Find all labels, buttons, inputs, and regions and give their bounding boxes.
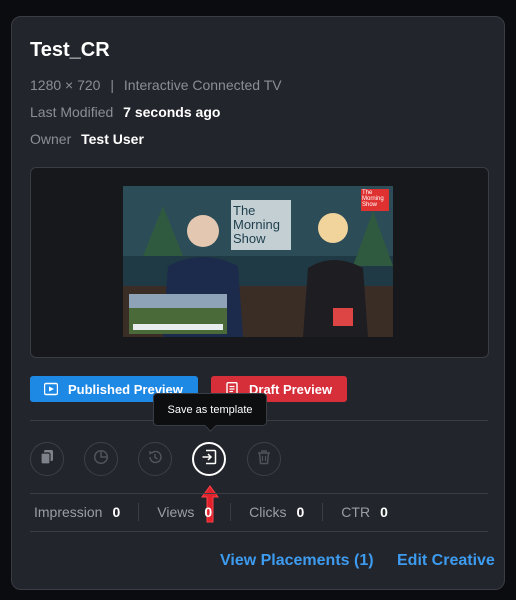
tooltip-arrow — [204, 419, 217, 432]
creative-title: Test_CR — [30, 39, 110, 61]
delete-icon — [256, 449, 272, 470]
copy-button[interactable] — [30, 442, 64, 476]
history-icon — [147, 449, 163, 470]
creative-preview-area: The Morning Show The Morning Show — [30, 167, 489, 358]
owner-value: Test User — [81, 131, 144, 147]
stat-value: 0 — [112, 504, 121, 520]
save-as-template-icon — [201, 449, 217, 470]
stat-separator — [230, 503, 232, 521]
report-icon — [93, 449, 109, 470]
stat-value: 0 — [380, 504, 388, 520]
thumbnail-show-title: The Morning Show — [233, 203, 280, 246]
stat-value: 0 — [204, 504, 213, 520]
stat-label: Views — [157, 504, 195, 520]
owner-label: Owner — [30, 131, 72, 147]
stats-divider-top — [30, 493, 488, 494]
save-as-template-button[interactable] — [192, 442, 226, 476]
copy-icon — [39, 449, 55, 470]
tooltip-text: Save as template — [167, 403, 253, 416]
stat-label: Impression — [34, 504, 103, 520]
last-modified-value: 7 seconds ago — [123, 104, 221, 120]
stats-row: Impression 0 Views 0 Clicks 0 CTR 0 — [34, 503, 388, 521]
stat-label: CTR — [341, 504, 371, 520]
thumbnail-logo-text: The Morning Show — [362, 190, 384, 208]
stat-impression: Impression 0 — [34, 504, 120, 520]
stat-label: Clicks — [249, 504, 287, 520]
last-modified-label: Last Modified — [30, 104, 114, 120]
save-as-template-tooltip: Save as template — [153, 393, 267, 432]
stat-ctr: CTR 0 — [341, 504, 388, 520]
creative-format: Interactive Connected TV — [123, 77, 282, 93]
stat-views: Views 0 — [157, 504, 212, 520]
history-button[interactable] — [138, 442, 172, 476]
stat-clicks: Clicks 0 — [249, 504, 304, 520]
creative-thumbnail: The Morning Show The Morning Show — [123, 186, 393, 337]
creative-dimensions: 1280 × 720 — [30, 77, 101, 93]
stats-divider-bottom — [30, 531, 488, 532]
creative-meta-format: 1280 × 720 | Interactive Connected TV — [30, 77, 282, 93]
creative-meta-modified: Last Modified 7 seconds ago — [30, 104, 220, 120]
edit-creative-link[interactable]: Edit Creative — [397, 552, 495, 570]
stat-separator — [138, 503, 140, 521]
creative-meta-owner: Owner Test User — [30, 131, 144, 147]
creative-card: Test_CR 1280 × 720 | Interactive Connect… — [11, 16, 505, 590]
stat-separator — [322, 503, 324, 521]
stat-value: 0 — [296, 504, 305, 520]
report-button[interactable] — [84, 442, 118, 476]
meta-separator: | — [110, 77, 114, 93]
delete-button[interactable] — [247, 442, 281, 476]
play-icon — [44, 382, 58, 396]
view-placements-link[interactable]: View Placements (1) — [220, 552, 374, 570]
